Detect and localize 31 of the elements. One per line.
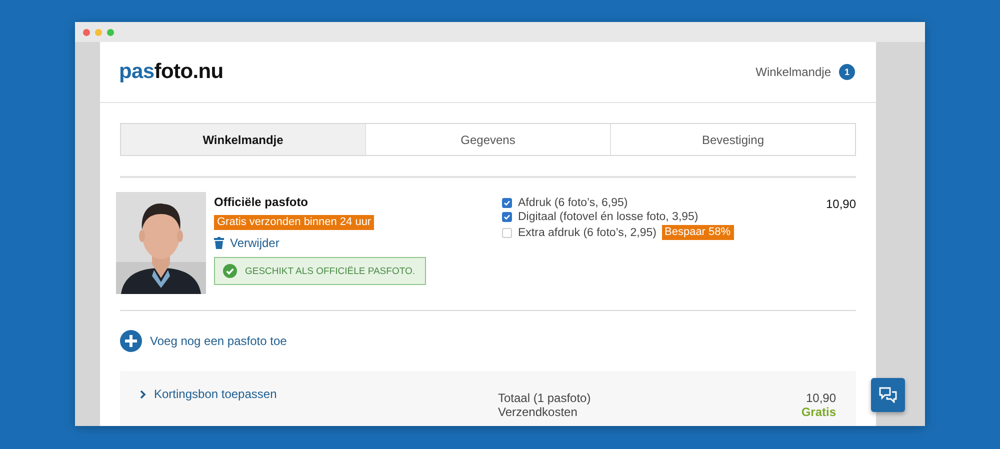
chat-button[interactable] xyxy=(871,378,905,412)
cart-count-badge: 1 xyxy=(839,64,855,80)
summary-value: Gratis xyxy=(801,405,836,419)
discount-badge: Bespaar 58% xyxy=(662,225,734,240)
item-price: 10,90 xyxy=(824,196,856,213)
minimize-icon[interactable] xyxy=(95,28,102,36)
summary-label: Totaal (1 pasfoto) xyxy=(498,391,591,405)
coupon-link[interactable]: Kortingsbon toepassen xyxy=(154,387,277,401)
checkbox[interactable] xyxy=(502,212,512,222)
trash-icon xyxy=(214,237,224,249)
product-title: Officiële pasfoto xyxy=(214,195,310,209)
chevron-icon xyxy=(140,390,146,398)
option-label: Afdruk (6 foto’s, 6,95) xyxy=(518,197,628,209)
maximize-icon[interactable] xyxy=(107,28,114,36)
summary-label: Verzendkosten xyxy=(498,405,578,419)
chat-icon xyxy=(879,387,897,403)
plus-icon xyxy=(120,330,142,352)
option-label: Extra afdruk (6 foto’s, 2,95) xyxy=(518,226,656,238)
option-label: Digitaal (fotovel én losse foto, 3,95) xyxy=(518,211,698,223)
close-icon[interactable] xyxy=(83,28,90,36)
step-tab[interactable]: Winkelmandje xyxy=(121,124,365,155)
checkbox[interactable] xyxy=(502,198,512,208)
remove-link[interactable]: Verwijder xyxy=(230,236,280,250)
add-photo-link[interactable]: Voeg nog een pasfoto toe xyxy=(150,334,287,348)
check-icon xyxy=(223,264,237,278)
shipping-badge: Gratis verzonden binnen 24 uur xyxy=(214,215,374,230)
approval-notice: GESCHIKT ALS OFFICIËLE PASFOTO. xyxy=(214,257,426,285)
summary-value: 10,90 xyxy=(806,391,836,405)
cart-link[interactable]: Winkelmandje xyxy=(756,65,831,79)
checkbox[interactable] xyxy=(502,228,512,238)
logo[interactable]: pasfoto.nu xyxy=(119,60,224,84)
